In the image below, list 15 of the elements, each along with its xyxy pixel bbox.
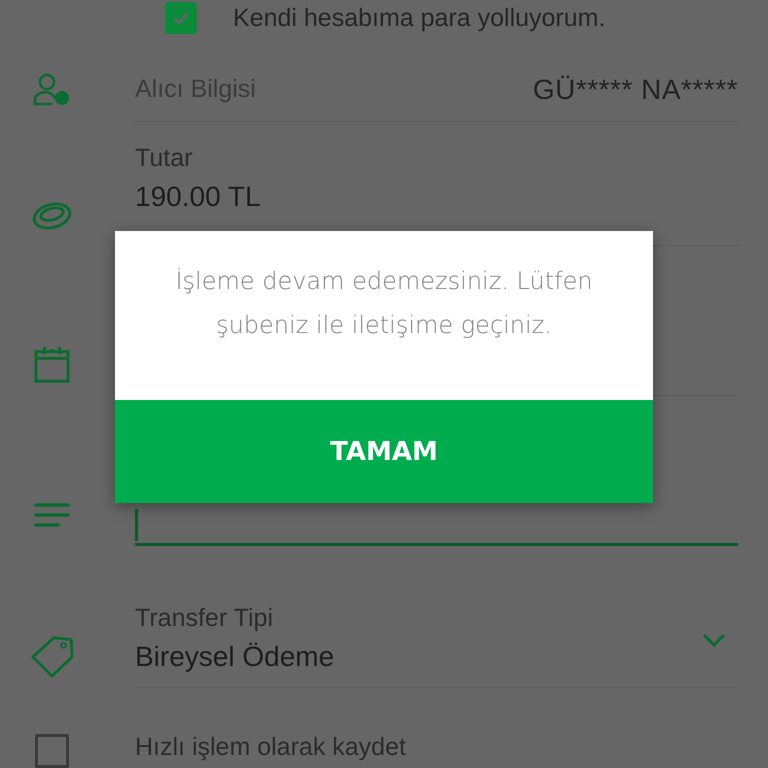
checkbox-label: Hızlı işlem olarak kaydet <box>135 732 406 762</box>
checkbox[interactable] <box>165 2 197 34</box>
checkbox-label: Kendi hesabıma para yolluyorum. <box>233 4 606 32</box>
transfer-type-label: Transfer Tipi <box>135 604 274 633</box>
amount-label: Tutar <box>135 144 194 173</box>
text-lines-icon <box>34 502 70 528</box>
chevron-down-icon[interactable] <box>702 633 726 647</box>
ok-button[interactable]: TAMAM <box>115 400 653 503</box>
recipient-name: GÜ***** NA***** <box>532 74 738 106</box>
transfer-type-value[interactable]: Bireysel Ödeme <box>135 641 334 673</box>
coin-icon <box>30 200 72 232</box>
amount-value: 190.00 TL <box>135 181 262 213</box>
dialog-message: İşleme devam edemezsiniz. Lütfen şubeniz ile iletişime geçiniz. <box>174 266 594 341</box>
checkbox[interactable] <box>34 734 68 768</box>
calendar-icon <box>32 346 70 384</box>
